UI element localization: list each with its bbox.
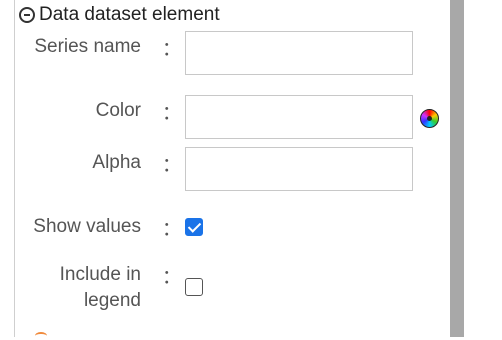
section-header[interactable]: Data dataset element <box>19 3 220 27</box>
alpha-label: Alpha <box>92 152 141 173</box>
show-values-colon: ： <box>162 219 182 240</box>
color-input[interactable] <box>185 95 413 139</box>
dataset-element-panel: Data dataset element Series name ： Color… <box>14 0 455 337</box>
color-colon: ： <box>162 103 182 124</box>
include-in-legend-checkbox[interactable] <box>185 278 203 296</box>
next-section-icon <box>35 332 47 340</box>
color-label: Color <box>95 100 141 121</box>
series-name-label: Series name <box>34 36 141 57</box>
include-in-legend-label-line1: Include in <box>59 264 141 285</box>
include-in-legend-colon: ： <box>162 267 182 288</box>
include-in-legend-label-line2: legend <box>83 290 141 311</box>
show-values-checkbox[interactable] <box>185 218 203 236</box>
section-title: Data dataset element <box>39 4 220 25</box>
show-values-label: Show values <box>33 216 141 237</box>
series-name-colon: ： <box>162 39 182 60</box>
alpha-colon: ： <box>162 155 182 176</box>
series-name-input[interactable] <box>185 31 413 75</box>
color-wheel-icon[interactable] <box>420 109 439 128</box>
alpha-input[interactable] <box>185 147 413 191</box>
scrollbar[interactable] <box>450 0 464 337</box>
minus-circle-icon[interactable] <box>19 7 35 23</box>
